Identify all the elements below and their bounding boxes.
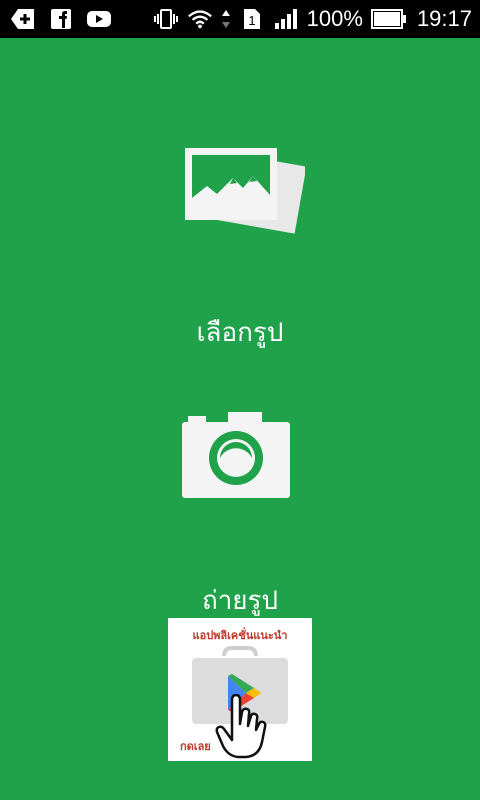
data-arrows-icon bbox=[221, 7, 231, 31]
youtube-icon bbox=[86, 7, 112, 31]
battery-icon bbox=[370, 9, 406, 29]
battery-percent: 100% bbox=[306, 6, 363, 31]
choose-photo-button[interactable]: เลือกรูป bbox=[0, 140, 480, 350]
hand-cursor-icon bbox=[214, 693, 274, 760]
system-status: 1 100% 19:17 bbox=[153, 0, 472, 38]
ad-cta: กดเลย bbox=[180, 740, 211, 753]
status-bar: 1 100% 19:17 bbox=[0, 0, 480, 38]
notification-icons bbox=[10, 7, 112, 31]
sim-icon: 1 bbox=[239, 7, 265, 31]
sim-slot-number: 1 bbox=[248, 13, 255, 28]
wifi-icon bbox=[187, 7, 213, 31]
gallery-icon bbox=[175, 140, 307, 250]
ad-banner[interactable]: แอปพลิเคชั่นแนะนำ กดเลย bbox=[168, 618, 312, 761]
signal-icon bbox=[273, 7, 299, 31]
choose-photo-label: เลือกรูป bbox=[196, 318, 284, 348]
take-photo-label: ถ่ายรูป bbox=[201, 586, 279, 616]
vibrate-icon bbox=[153, 7, 179, 31]
camera-icon bbox=[180, 408, 300, 508]
add-icon bbox=[10, 7, 36, 31]
facebook-icon bbox=[48, 7, 74, 31]
take-photo-button[interactable]: ถ่ายรูป bbox=[0, 408, 480, 618]
ad-title: แอปพลิเคชั่นแนะนำ bbox=[192, 629, 288, 642]
clock: 19:17 bbox=[416, 6, 472, 31]
